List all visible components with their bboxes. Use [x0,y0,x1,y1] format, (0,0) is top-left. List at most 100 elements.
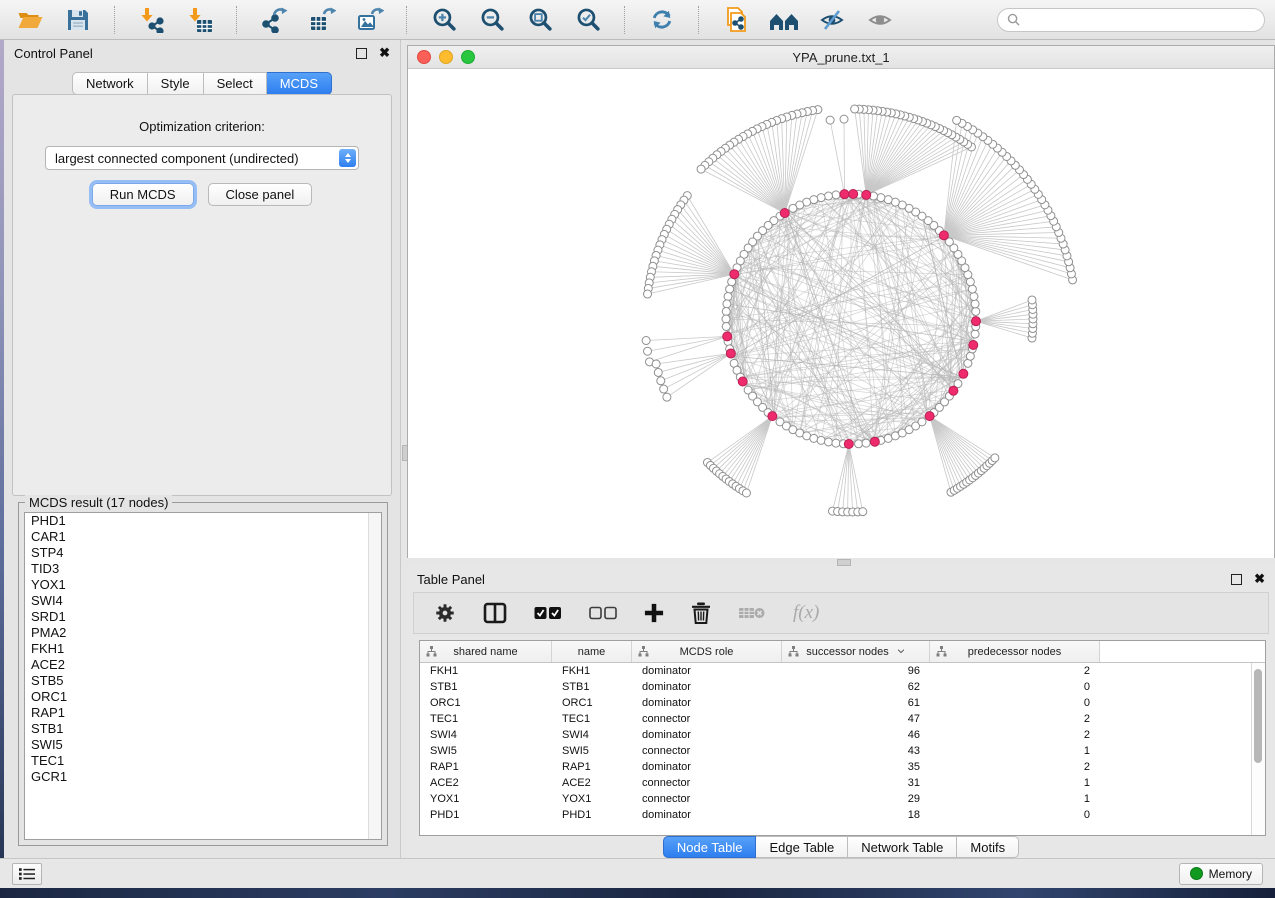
network-node[interactable] [832,191,840,199]
first-neighbors-button[interactable] [764,4,804,36]
zoom-fit-button[interactable] [520,4,560,36]
clone-network-button[interactable] [716,4,756,36]
network-node[interactable] [810,434,818,442]
network-node[interactable] [789,204,797,212]
leaf-node[interactable] [642,337,650,345]
network-node[interactable] [970,292,978,300]
mcds-result-item[interactable]: SWI4 [25,593,381,609]
mcds-node[interactable] [723,332,732,341]
column-header-shared-name[interactable]: shared name [420,641,552,662]
network-node[interactable] [862,439,870,447]
table-row[interactable]: YOX1YOX1connector291 [420,791,1265,807]
open-network-button[interactable] [10,4,50,36]
mcds-result-item[interactable]: STP4 [25,545,381,561]
mcds-node[interactable] [726,349,735,358]
leaf-node[interactable] [851,105,859,113]
network-node[interactable] [817,436,825,444]
mcds-result-item[interactable]: FKH1 [25,641,381,657]
mcds-node[interactable] [780,208,789,217]
mcds-result-item[interactable]: STB5 [25,673,381,689]
function-builder-button[interactable]: f(x) [793,602,819,624]
network-node[interactable] [972,307,980,315]
close-panel-button[interactable]: Close panel [208,183,313,206]
table-row[interactable]: STB1STB1dominator620 [420,679,1265,695]
export-table-button[interactable] [302,4,342,36]
network-node[interactable] [832,439,840,447]
show-all-button[interactable] [860,4,900,36]
table-row[interactable]: FKH1FKH1dominator962 [420,663,1265,679]
mcds-result-item[interactable]: YOX1 [25,577,381,593]
splitter-handle[interactable] [837,559,851,566]
leaf-node[interactable] [953,116,961,124]
mcds-node[interactable] [949,386,958,395]
table-row[interactable]: SWI4SWI4dominator462 [420,727,1265,743]
mcds-node[interactable] [840,190,849,199]
table-tab-node-table[interactable]: Node Table [663,836,757,858]
network-node[interactable] [824,192,832,200]
table-row[interactable]: SWI5SWI5connector431 [420,743,1265,759]
leaf-node[interactable] [644,347,652,355]
leaf-node[interactable] [859,508,867,516]
leaf-node[interactable] [660,385,668,393]
mcds-node[interactable] [925,412,934,421]
import-table-button[interactable] [180,4,220,36]
mcds-result-item[interactable]: TID3 [25,561,381,577]
mcds-result-item[interactable]: ACE2 [25,657,381,673]
mcds-node[interactable] [849,190,858,199]
table-tab-edge-table[interactable]: Edge Table [756,836,848,858]
network-node[interactable] [971,300,979,308]
close-panel-icon[interactable]: ✖ [1254,574,1265,584]
mcds-node[interactable] [870,437,879,446]
mcds-result-item[interactable]: SRD1 [25,609,381,625]
table-row[interactable]: RAP1RAP1dominator352 [420,759,1265,775]
leaf-node[interactable] [644,290,652,298]
float-panel-icon[interactable] [356,48,367,59]
leaf-node[interactable] [826,116,834,124]
table-tab-motifs[interactable]: Motifs [957,836,1019,858]
network-node[interactable] [723,300,731,308]
mcds-node[interactable] [730,270,739,279]
split-columns-button[interactable] [483,602,507,624]
network-node[interactable] [824,438,832,446]
memory-button[interactable]: Memory [1179,863,1263,885]
network-node[interactable] [724,292,732,300]
leaf-node[interactable] [1028,296,1036,304]
network-node[interactable] [722,315,730,323]
control-tab-network[interactable]: Network [72,72,148,95]
refresh-view-button[interactable] [642,4,682,36]
control-tab-select[interactable]: Select [204,72,267,95]
task-history-button[interactable] [12,863,42,885]
search-box[interactable] [997,8,1265,32]
control-tab-mcds[interactable]: MCDS [267,72,332,95]
zoom-selected-button[interactable] [568,4,608,36]
search-input[interactable] [1026,12,1255,28]
export-network-button[interactable] [254,4,294,36]
network-node[interactable] [722,323,730,331]
leaf-node[interactable] [840,115,848,123]
mcds-node[interactable] [969,340,978,349]
delete-table-button[interactable] [738,605,766,621]
network-node[interactable] [722,307,730,315]
mcds-node[interactable] [738,377,747,386]
mcds-result-item[interactable]: CAR1 [25,529,381,545]
network-node[interactable] [884,196,892,204]
network-node[interactable] [726,285,734,293]
network-node[interactable] [817,194,825,202]
deselect-all-button[interactable] [589,606,617,620]
network-node[interactable] [966,352,974,360]
scrollbar-thumb[interactable] [1254,669,1262,763]
add-column-button[interactable] [644,603,664,623]
column-header-successor-nodes[interactable]: successor nodes [782,641,930,662]
leaf-node[interactable] [652,360,660,368]
mcds-result-item[interactable]: TEC1 [25,753,381,769]
run-mcds-button[interactable]: Run MCDS [92,183,194,206]
table-row[interactable]: ORC1ORC1dominator610 [420,695,1265,711]
leaf-node[interactable] [697,165,705,173]
network-node[interactable] [918,418,926,426]
mcds-node[interactable] [959,369,968,378]
mcds-result-item[interactable]: ORC1 [25,689,381,705]
leaf-node[interactable] [742,489,750,497]
mcds-result-item[interactable]: SWI5 [25,737,381,753]
optimization-criterion-select[interactable]: largest connected component (undirected) [45,146,359,170]
leaf-node[interactable] [657,377,665,385]
